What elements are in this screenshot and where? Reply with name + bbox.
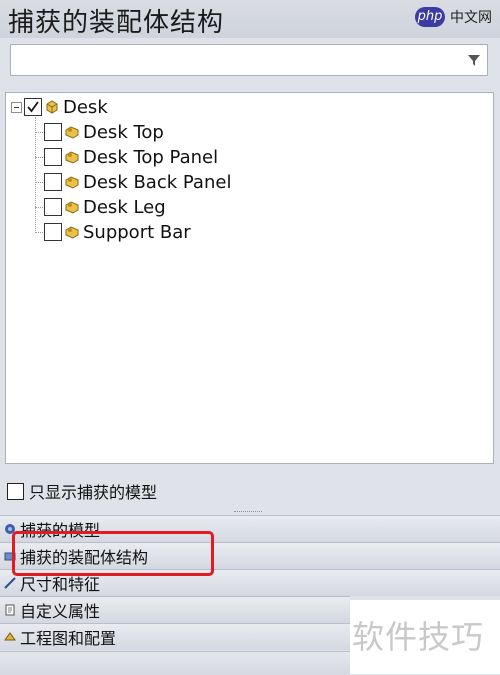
tree-node-label: Support Bar bbox=[83, 221, 191, 243]
tree-connector bbox=[35, 132, 43, 133]
tree-node-root[interactable]: Desk bbox=[11, 95, 108, 119]
grip-handle-icon[interactable] bbox=[234, 511, 262, 514]
section-label: 自定义属性 bbox=[20, 602, 101, 621]
highlight-annotation bbox=[12, 531, 214, 576]
only-captured-label: 只显示捕获的模型 bbox=[29, 483, 158, 502]
assembly-icon bbox=[46, 100, 58, 114]
checkmark-icon bbox=[27, 101, 39, 113]
tree-node-checkbox[interactable] bbox=[44, 223, 62, 241]
collapse-icon[interactable] bbox=[11, 101, 22, 113]
tree-node-checkbox[interactable] bbox=[24, 98, 42, 116]
tree-node[interactable]: Desk Back Panel bbox=[44, 170, 231, 194]
panel-title: 捕获的装配体结构 bbox=[8, 8, 225, 38]
tree-node-label: Desk Top Panel bbox=[83, 146, 219, 168]
tree-node-label: Desk Top bbox=[83, 121, 164, 143]
filter-input[interactable] bbox=[13, 47, 457, 75]
properties-icon bbox=[5, 604, 15, 616]
drawing-config-icon bbox=[4, 632, 16, 641]
tree-node-checkbox[interactable] bbox=[44, 173, 62, 191]
tree-connector bbox=[35, 157, 43, 158]
part-icon bbox=[65, 151, 79, 164]
tree-node[interactable]: Desk Leg bbox=[44, 195, 166, 219]
site-logo: php bbox=[415, 7, 445, 27]
empty-section-strip bbox=[0, 651, 350, 675]
part-icon bbox=[65, 201, 79, 214]
section-custom-properties[interactable]: 自定义属性 bbox=[0, 596, 350, 623]
tree-node-label: Desk Back Panel bbox=[83, 171, 232, 193]
filter-field[interactable] bbox=[10, 44, 488, 76]
section-label: 工程图和配置 bbox=[20, 629, 117, 648]
tree-node[interactable]: Support Bar bbox=[44, 220, 191, 244]
only-captured-option[interactable]: 只显示捕获的模型 bbox=[7, 479, 157, 503]
section-drawings-configs[interactable]: 工程图和配置 bbox=[0, 623, 350, 650]
tree-connector bbox=[35, 207, 43, 208]
part-icon bbox=[65, 176, 79, 189]
site-name: 中文网 bbox=[450, 10, 492, 26]
tree-connector bbox=[35, 182, 43, 183]
tree-node-label: Desk bbox=[63, 96, 108, 118]
watermark-text: 软件技巧 bbox=[352, 618, 485, 656]
title-bar: 捕获的装配体结构 php 中文网 bbox=[0, 0, 500, 38]
tree-node-checkbox[interactable] bbox=[44, 148, 62, 166]
filter-icon[interactable] bbox=[467, 52, 481, 68]
part-icon bbox=[65, 226, 79, 239]
tree-connector bbox=[35, 117, 36, 233]
tree-node[interactable]: Desk Top bbox=[44, 120, 164, 144]
part-icon bbox=[65, 126, 79, 139]
tree-node-checkbox[interactable] bbox=[44, 198, 62, 216]
tree-node[interactable]: Desk Top Panel bbox=[44, 145, 218, 169]
only-captured-checkbox[interactable] bbox=[7, 482, 24, 500]
tree-node-checkbox[interactable] bbox=[44, 123, 62, 141]
tree-connector bbox=[35, 232, 43, 233]
dimension-icon bbox=[4, 577, 16, 589]
assembly-tree: Desk Desk Top Desk Top Panel Desk Back P… bbox=[5, 92, 494, 464]
tree-node-label: Desk Leg bbox=[83, 196, 166, 218]
